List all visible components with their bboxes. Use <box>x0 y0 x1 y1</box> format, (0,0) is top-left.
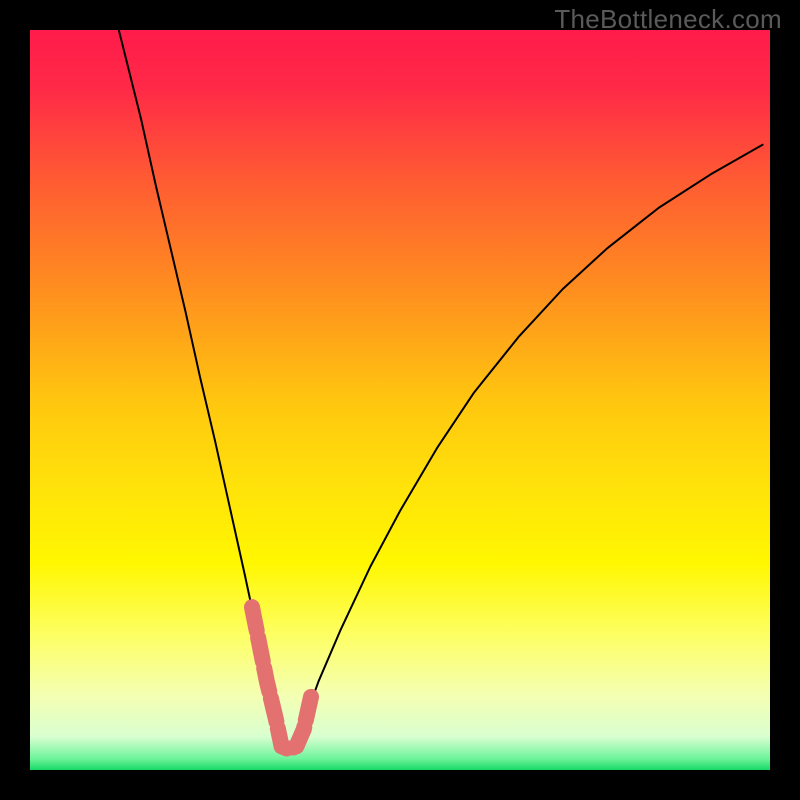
watermark-label: TheBottleneck.com <box>554 4 782 35</box>
chart-plot-area <box>30 30 770 770</box>
chart-background <box>30 30 770 770</box>
chart-frame: TheBottleneck.com <box>0 0 800 800</box>
chart-svg <box>30 30 770 770</box>
